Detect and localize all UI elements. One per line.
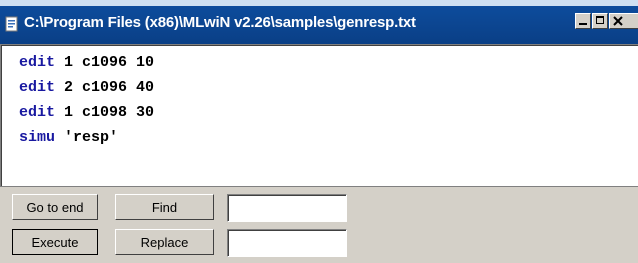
find-button[interactable]: Find bbox=[115, 194, 214, 220]
code-args: 1 c1096 10 bbox=[55, 54, 155, 71]
execute-button[interactable]: Execute bbox=[12, 229, 98, 255]
script-editor[interactable]: edit 1 c1096 10 edit 2 c1096 40 edit 1 c… bbox=[0, 44, 638, 186]
code-line: edit 2 c1096 40 bbox=[19, 79, 154, 96]
maximize-icon bbox=[596, 16, 604, 24]
go-to-end-button[interactable]: Go to end bbox=[12, 194, 98, 220]
minimize-icon bbox=[579, 23, 587, 25]
code-args: 1 c1098 30 bbox=[55, 104, 155, 121]
script-window: C:\Program Files (x86)\MLwiN v2.26\sampl… bbox=[0, 0, 638, 263]
code-keyword: edit bbox=[19, 104, 56, 121]
close-icon bbox=[613, 16, 623, 26]
code-line: edit 1 c1096 10 bbox=[19, 54, 154, 71]
code-keyword: simu bbox=[19, 129, 56, 146]
command-panel: Go to end Find Execute Replace bbox=[0, 186, 638, 263]
maximize-button[interactable] bbox=[592, 13, 608, 29]
replace-input[interactable] bbox=[227, 229, 347, 257]
code-args: 2 c1096 40 bbox=[55, 79, 155, 96]
close-button[interactable] bbox=[609, 13, 638, 29]
code-line: simu 'resp' bbox=[19, 129, 118, 146]
title-bar[interactable]: C:\Program Files (x86)\MLwiN v2.26\sampl… bbox=[0, 0, 638, 44]
code-keyword: edit bbox=[19, 79, 56, 96]
find-input[interactable] bbox=[227, 194, 347, 222]
code-args: 'resp' bbox=[55, 129, 119, 146]
code-line: edit 1 c1098 30 bbox=[19, 104, 154, 121]
replace-button[interactable]: Replace bbox=[115, 229, 214, 255]
document-icon[interactable] bbox=[4, 16, 20, 32]
window-title: C:\Program Files (x86)\MLwiN v2.26\sampl… bbox=[24, 14, 416, 31]
code-keyword: edit bbox=[19, 54, 56, 71]
minimize-button[interactable] bbox=[575, 13, 591, 29]
